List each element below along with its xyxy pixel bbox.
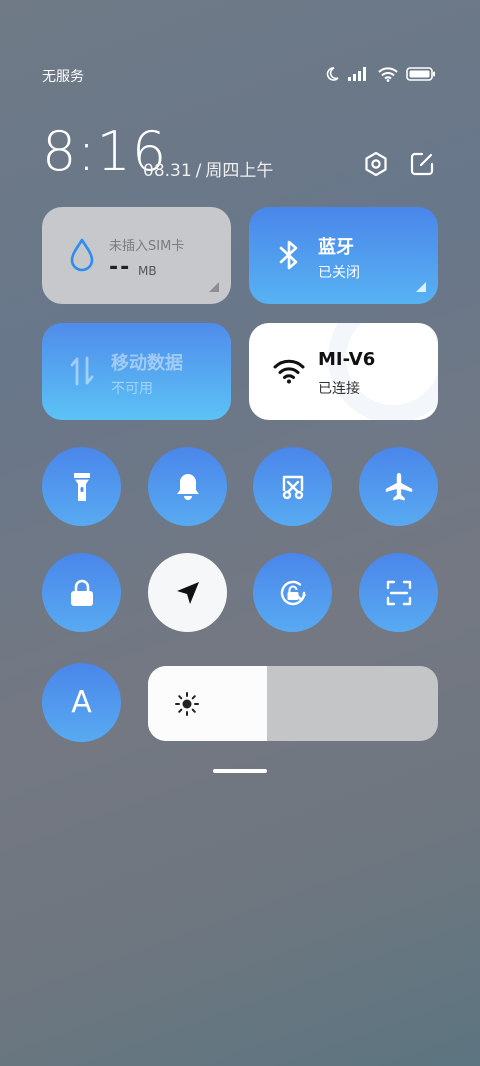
expand-corner-icon [416,282,426,292]
sim-data-value: -- [109,255,132,280]
sun-icon [175,692,199,716]
date-value: 08.31 [143,161,192,181]
mobile-data-tile[interactable]: 移动数据 不可用 [42,323,231,420]
bluetooth-icon [273,237,305,273]
letter-a-icon: A [71,685,92,720]
scissors-icon [282,475,303,499]
settings-icon [365,151,387,177]
expand-corner-icon [209,282,219,292]
moon-icon [326,67,339,81]
drag-handle[interactable] [213,769,267,773]
wifi-status: 已连接 [318,381,360,397]
weekday-text: 周四上午 [205,161,274,181]
header: 8:16 08.31/周四上午 [42,120,438,190]
date-separator: / [195,161,202,181]
wifi-icon [273,353,305,389]
data-arrows-icon [66,353,98,389]
bluetooth-tile[interactable]: 蓝牙 已关闭 [249,207,438,304]
sim-label: 未插入SIM卡 [109,239,185,254]
mobile-data-status: 不可用 [111,381,153,397]
sim-data-unit: MB [138,264,157,278]
location-toggle[interactable] [148,553,227,632]
date-text: 08.31/周四上午 [143,156,273,181]
mobile-data-label: 移动数据 [111,353,183,374]
settings-button[interactable] [362,150,390,178]
signal-icon [348,67,366,81]
location-arrow-icon [176,581,199,604]
airplane-toggle[interactable] [359,447,438,526]
battery-icon [406,67,435,81]
airplane-icon [385,472,412,500]
brightness-slider[interactable] [148,666,438,741]
water-drop-icon [66,237,98,273]
sim-data-tile[interactable]: 未插入SIM卡 -- MB [42,207,231,304]
wifi-tile[interactable]: MI-V6 已连接 [249,323,438,420]
rotation-lock-icon [280,580,306,605]
auto-brightness-toggle[interactable]: A [42,663,121,742]
flashlight-icon [73,472,90,501]
status-icons [324,66,436,82]
tile-decoration [328,323,438,420]
bluetooth-status: 已关闭 [318,265,360,281]
screenshot-toggle[interactable] [253,447,332,526]
wifi-network-name: MI-V6 [318,349,376,370]
brightness-fill [148,666,267,741]
edit-button[interactable] [408,150,436,178]
scanner-toggle[interactable] [359,553,438,632]
bluetooth-label: 蓝牙 [318,237,354,258]
scan-icon [386,580,411,605]
edit-icon [410,152,434,176]
flashlight-toggle[interactable] [42,447,121,526]
wifi-icon [378,66,398,82]
ring-toggle[interactable] [148,447,227,526]
carrier-text: 无服务 [42,69,84,85]
lock-screen-toggle[interactable] [42,553,121,632]
lock-icon [70,579,93,606]
bell-icon [176,473,199,500]
rotation-lock-toggle[interactable] [253,553,332,632]
